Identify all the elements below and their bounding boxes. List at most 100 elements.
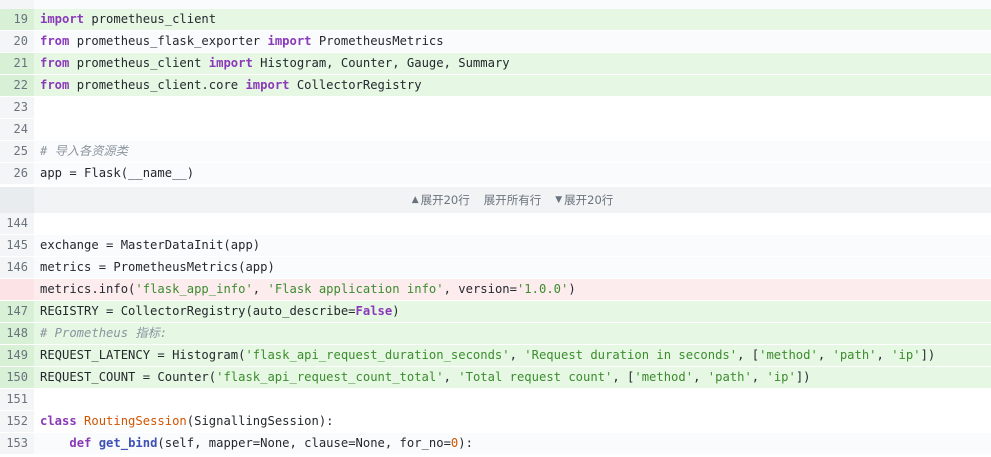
code-text: app = Flask(__name__): [40, 166, 195, 180]
code-text: metrics.info(: [40, 282, 136, 296]
code-line: import prometheus_client: [34, 9, 991, 30]
diff-line-added: 21 from prometheus_client import Histogr…: [0, 53, 991, 74]
line-number: 21: [0, 53, 34, 74]
code-line: class RoutingSession(SignallingSession):: [34, 411, 991, 432]
code-text: ):: [458, 436, 473, 450]
string-literal: 'Request duration in seconds': [524, 348, 738, 362]
keyword: import: [245, 78, 290, 92]
code-line: from prometheus_client.core import Colle…: [34, 75, 991, 96]
code-text: prometheus_flask_exporter: [69, 34, 268, 48]
code-line: from prometheus_flask_exporter import Pr…: [34, 31, 991, 52]
line-number: 19: [0, 9, 34, 30]
expand-down-label: 展开20行: [564, 193, 614, 207]
diff-line-context: 153 def get_bind(self, mapper=None, clau…: [0, 433, 991, 454]
triangle-up-icon: ▲: [411, 195, 419, 205]
diff-line-added: 150 REQUEST_COUNT = Counter('flask_api_r…: [0, 367, 991, 388]
diff-line-added: 19 import prometheus_client: [0, 9, 991, 30]
function-name: get_bind: [98, 436, 158, 450]
code-text: ,: [443, 370, 459, 384]
code-text: CollectorRegistry: [289, 78, 422, 92]
code-text: ,: [252, 282, 268, 296]
code-text: Histogram, Counter, Gauge, Summary: [252, 56, 510, 70]
code-line: exchange = MasterDataInit(app): [34, 235, 991, 256]
code-text: prometheus_client: [69, 56, 209, 70]
diff-line-added: 148 # Prometheus 指标:: [0, 323, 991, 344]
code-line: # 导入各资源类: [34, 141, 991, 162]
code-comment: # 导入各资源类: [40, 144, 128, 158]
diff-line-context: 25 # 导入各资源类: [0, 141, 991, 162]
diff-line-added: 147 REGISTRY = CollectorRegistry(auto_de…: [0, 301, 991, 322]
diff-line-added: 22 from prometheus_client.core import Co…: [0, 75, 991, 96]
line-number: 24: [0, 119, 34, 140]
string-literal: '1.0.0': [516, 282, 569, 296]
code-line: [34, 0, 991, 9]
expand-all-button[interactable]: 展开所有行: [484, 192, 542, 208]
code-text: prometheus_client.core: [69, 78, 246, 92]
triangle-down-icon: ▼: [555, 195, 563, 205]
code-line: REQUEST_COUNT = Counter('flask_api_reque…: [34, 367, 991, 388]
expander-gutter: [0, 187, 34, 213]
code-text: metrics = PrometheusMetrics(app): [40, 260, 275, 274]
line-number: 146: [0, 257, 34, 278]
code-line: metrics = PrometheusMetrics(app): [34, 257, 991, 278]
string-literal: 'method': [759, 348, 818, 362]
expand-down-button[interactable]: ▼ 展开20行: [555, 192, 613, 208]
diff-line-context: 20 from prometheus_flask_exporter import…: [0, 31, 991, 52]
code-line: REGISTRY = CollectorRegistry(auto_descri…: [34, 301, 991, 322]
line-number: 147: [0, 301, 34, 322]
expand-up-button[interactable]: ▲ 展开20行: [412, 192, 470, 208]
diff-line-blank: 151: [0, 389, 991, 410]
line-number: 23: [0, 97, 34, 118]
code-line: [34, 213, 991, 234]
line-number: [0, 279, 34, 300]
code-text: prometheus_client: [84, 12, 217, 26]
line-number: 25: [0, 141, 34, 162]
line-number: [0, 0, 34, 9]
string-literal: 'flask_api_request_duration_seconds': [245, 348, 510, 362]
diff-line-removed: metrics.info('flask_app_info', 'Flask ap…: [0, 279, 991, 300]
code-line: from prometheus_client import Histogram,…: [34, 53, 991, 74]
diff-line-context: 26 app = Flask(__name__): [0, 163, 991, 184]
class-name: RoutingSession: [84, 414, 187, 428]
keyword: import: [267, 34, 312, 48]
code-line: [34, 389, 991, 410]
code-text: ,: [817, 348, 833, 362]
keyword: from: [40, 78, 70, 92]
string-literal: 'ip': [766, 370, 796, 384]
diff-line-context: 152 class RoutingSession(SignallingSessi…: [0, 411, 991, 432]
diff-line-blank: 24: [0, 119, 991, 140]
code-text: ): [568, 282, 576, 296]
diff-line-context: 145 exchange = MasterDataInit(app): [0, 235, 991, 256]
line-number: 148: [0, 323, 34, 344]
code-line: def get_bind(self, mapper=None, clause=N…: [34, 433, 991, 454]
line-number: 153: [0, 433, 34, 454]
code-diff-view: 19 import prometheus_client 20 from prom…: [0, 0, 991, 457]
keyword: class: [40, 414, 77, 428]
code-line: [34, 119, 991, 140]
code-comment: # Prometheus 指标:: [40, 326, 168, 340]
code-text: PrometheusMetrics: [311, 34, 444, 48]
string-literal: 'method': [634, 370, 694, 384]
keyword: import: [208, 56, 253, 70]
code-text: ,: [751, 370, 767, 384]
string-literal: 'flask_api_request_count_total': [216, 370, 444, 384]
diff-line-added: 149 REQUEST_LATENCY = Histogram('flask_a…: [0, 345, 991, 366]
code-text: ]): [795, 370, 811, 384]
partial-row-top: [0, 0, 991, 9]
code-text: REGISTRY = CollectorRegistry(auto_descri…: [40, 304, 356, 318]
code-text: REQUEST_COUNT = Counter(: [40, 370, 217, 384]
expand-all-label: 展开所有行: [483, 193, 542, 207]
code-text: (SignallingSession):: [186, 414, 334, 428]
line-number: 149: [0, 345, 34, 366]
string-literal: 'Flask application info': [267, 282, 444, 296]
line-number: 145: [0, 235, 34, 256]
code-text: ]): [920, 348, 936, 362]
string-literal: 'path': [707, 370, 752, 384]
string-literal: 'path': [832, 348, 877, 362]
keyword: from: [40, 56, 70, 70]
keyword: import: [40, 12, 85, 26]
diff-line-blank: 23: [0, 97, 991, 118]
